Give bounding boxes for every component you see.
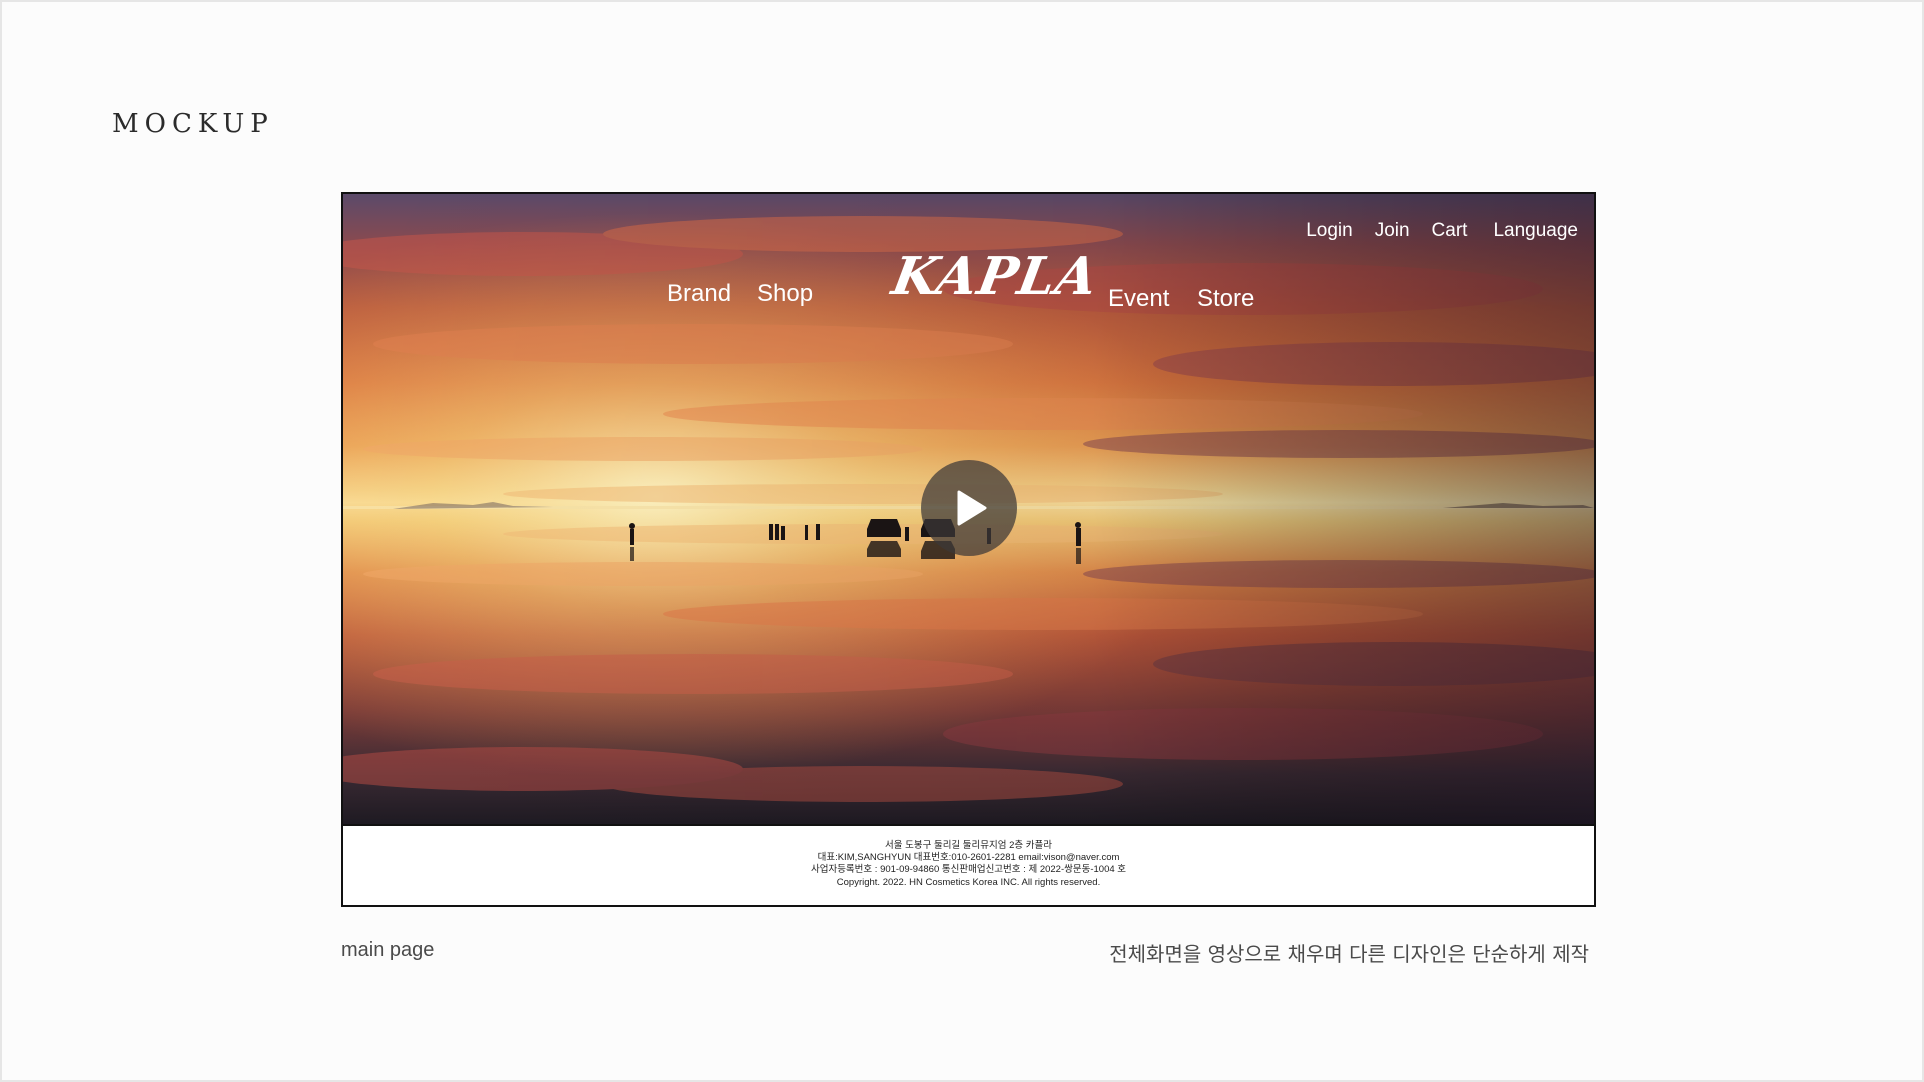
cart-link[interactable]: Cart: [1432, 220, 1468, 242]
footer-copyright: Copyright. 2022. HN Cosmetics Korea INC.…: [836, 876, 1101, 888]
footer-contact: 대표:KIM,SANGHYUN 대표번호:010-2601-2281 email…: [817, 852, 1120, 864]
join-link[interactable]: Join: [1375, 220, 1410, 242]
site-footer: 서울 도봉구 둘리길 둘리뮤지엄 2층 카플라 대표:KIM,SANGHYUN …: [343, 824, 1594, 905]
caption-main-page: main page: [341, 939, 435, 961]
site-logo[interactable]: KAPLA: [888, 246, 1103, 307]
play-button[interactable]: [921, 460, 1017, 556]
nav-shop[interactable]: Shop: [757, 280, 813, 308]
play-icon: [957, 490, 987, 526]
top-utility-links: Login Join Cart Language: [1306, 220, 1578, 242]
nav-brand[interactable]: Brand: [667, 280, 731, 308]
caption-description: 전체화면을 영상으로 채우며 다른 디자인은 단순하게 제작: [1109, 942, 1589, 966]
website-mockup-frame: Login Join Cart Language Brand Shop KAPL…: [341, 192, 1596, 907]
nav-event[interactable]: Event: [1108, 285, 1169, 313]
nav-store[interactable]: Store: [1197, 285, 1254, 313]
footer-address: 서울 도봉구 둘리길 둘리뮤지엄 2층 카플라: [884, 840, 1053, 851]
mockup-page: MOCKUP Login Join Cart Language Brand Sh…: [0, 0, 1924, 1082]
page-title: MOCKUP: [112, 109, 274, 139]
language-link[interactable]: Language: [1493, 220, 1578, 242]
footer-registration: 사업자등록번호 : 901-09-94860 통신판매업신고번호 : 제 202…: [810, 864, 1127, 876]
login-link[interactable]: Login: [1306, 220, 1353, 242]
hero-video[interactable]: Login Join Cart Language Brand Shop KAPL…: [343, 194, 1594, 824]
